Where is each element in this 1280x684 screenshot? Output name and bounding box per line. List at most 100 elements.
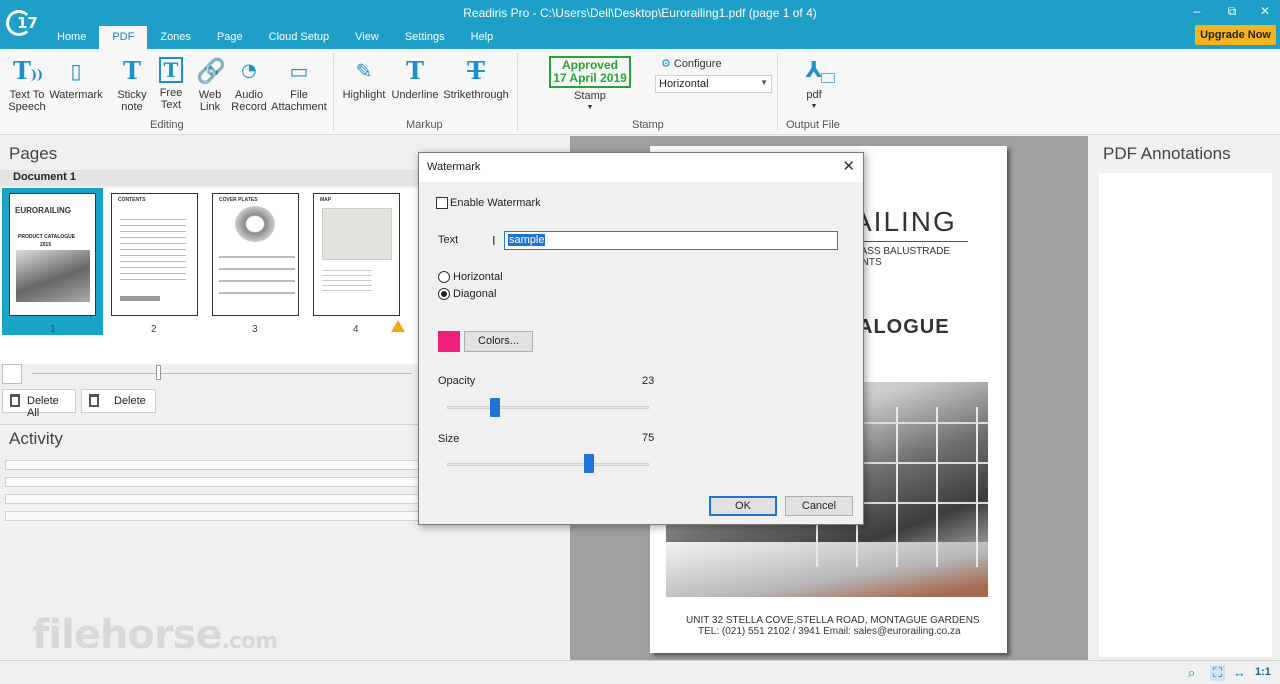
doc-brand-fragment: AILING <box>853 206 957 237</box>
ribbon-separator <box>333 53 334 131</box>
web-link-icon: 🔗 <box>196 57 226 85</box>
configure-button[interactable]: ⚙ Configure <box>661 57 722 70</box>
doc-address-2: TEL: (021) 551 2102 / 3941 Email: sales@… <box>698 626 961 637</box>
search-icon[interactable]: ⌕ <box>1188 665 1195 681</box>
tab-view[interactable]: View <box>342 26 392 49</box>
ok-button[interactable]: OK <box>709 496 777 516</box>
cancel-button[interactable]: Cancel <box>785 496 853 516</box>
delete-button[interactable]: Delete <box>81 389 156 413</box>
sticky-note-button[interactable]: T Sticky note <box>114 57 150 114</box>
ribbon-separator <box>517 53 518 131</box>
underline-icon: T <box>406 56 424 85</box>
pages-title: Pages <box>9 144 58 163</box>
size-slider-handle[interactable] <box>584 454 594 473</box>
page-thumbnail-3[interactable]: COVER PLATES <box>212 193 299 316</box>
underline-button[interactable]: T Underline <box>390 56 440 102</box>
thumb-product-rows <box>219 246 295 298</box>
diagonal-label[interactable]: Diagonal <box>453 288 496 300</box>
tab-zones[interactable]: Zones <box>147 26 204 49</box>
sticky-note-label: Sticky note <box>117 89 147 113</box>
fit-page-icon[interactable]: ⛶ <box>1210 665 1226 681</box>
text-to-speech-icon: T)) <box>13 56 44 85</box>
restore-button[interactable]: ⧉ <box>1220 4 1244 19</box>
stamp-preview[interactable]: Approved 17 April 2019 <box>549 56 631 88</box>
text-to-speech-button[interactable]: T)) Text To Speech <box>6 56 48 114</box>
web-link-label: Web Link <box>198 89 222 113</box>
underline-label: Underline <box>391 89 439 101</box>
highlight-button[interactable]: ✎ Highlight <box>340 57 388 101</box>
stamp-line-2: 17 April 2019 <box>553 71 627 85</box>
page-number-2: 2 <box>151 324 157 335</box>
free-text-button[interactable]: T Free Text <box>154 57 188 111</box>
zoom-ratio[interactable]: 1:1 <box>1255 666 1271 678</box>
watermark-text-input[interactable]: sample <box>504 231 838 250</box>
page-thumbnail-1[interactable]: EURORAILING PRODUCT CATALOGUE 2015 <box>9 193 96 316</box>
page-number-4: 4 <box>353 324 359 335</box>
diagonal-radio[interactable] <box>438 288 450 300</box>
watermark-label: Watermark <box>49 89 103 101</box>
zoom-out-button[interactable] <box>2 364 22 384</box>
stamp-button[interactable]: Stamp ▼ <box>565 90 615 114</box>
file-attachment-label: File Attachment <box>271 89 327 113</box>
thumb-footer-bar <box>120 296 160 301</box>
opacity-label: Opacity <box>438 375 476 387</box>
thumbnail-zoom-handle[interactable] <box>156 365 161 380</box>
opacity-slider-track[interactable] <box>447 406 649 409</box>
chevron-down-icon: ▼ <box>586 104 594 111</box>
horizontal-radio[interactable] <box>438 271 450 283</box>
output-format-button[interactable]: ⅄ pdf ▼ <box>790 57 838 113</box>
tab-help[interactable]: Help <box>458 26 507 49</box>
watermark-button[interactable]: ▯ Watermark <box>48 57 104 101</box>
audio-record-button[interactable]: ◔ Audio Record <box>231 57 267 113</box>
page-thumbnail-2[interactable]: CONTENTS <box>111 193 198 316</box>
horizontal-label[interactable]: Horizontal <box>453 271 503 283</box>
tab-home[interactable]: Home <box>44 26 99 49</box>
watermark-tld: .com <box>221 629 278 654</box>
size-slider-track[interactable] <box>447 463 649 466</box>
stamp-group-label: Stamp <box>632 119 664 131</box>
enable-watermark-checkbox[interactable] <box>436 197 448 209</box>
opacity-slider-handle[interactable] <box>490 398 500 417</box>
gear-icon: ⚙ <box>661 58 671 70</box>
thumb-product-photo <box>235 206 275 242</box>
file-attachment-button[interactable]: ▭ File Attachment <box>270 57 328 113</box>
enable-watermark-label[interactable]: Enable Watermark <box>450 197 541 209</box>
chevron-down-icon: ▼ <box>810 103 818 110</box>
doc-rule <box>850 241 968 242</box>
watermark-color-swatch[interactable] <box>438 331 460 352</box>
fit-width-icon[interactable]: ↔ <box>1233 665 1246 680</box>
upgrade-now-button[interactable]: Upgrade Now <box>1195 25 1276 45</box>
doc-address-1: UNIT 32 STELLA COVE,STELLA ROAD, MONTAGU… <box>686 615 980 626</box>
folder-icon[interactable] <box>821 73 835 83</box>
web-link-button[interactable]: 🔗 Web Link <box>194 57 226 113</box>
tab-settings[interactable]: Settings <box>392 26 458 49</box>
watermark-text-value: sample <box>508 234 546 246</box>
size-value: 75 <box>642 432 655 444</box>
thumb-map: MAP <box>320 197 332 203</box>
minimize-button[interactable]: – <box>1185 4 1209 18</box>
colors-button[interactable]: Colors... <box>464 331 533 352</box>
delete-all-button[interactable]: Delete All <box>2 389 76 419</box>
trash-icon <box>89 394 99 407</box>
warning-icon[interactable] <box>391 320 405 332</box>
thumb-photo <box>16 250 90 302</box>
tab-page[interactable]: Page <box>204 26 256 49</box>
thumb-brand: EURORAILING <box>15 206 71 215</box>
thumb-address-lines <box>322 266 372 294</box>
strikethrough-button[interactable]: T Strikethrough <box>442 57 510 102</box>
thumbnail-zoom-track[interactable] <box>32 373 412 374</box>
activity-title: Activity <box>9 429 63 448</box>
tab-pdf[interactable]: PDF <box>99 26 148 49</box>
stamp-orientation-select[interactable]: Horizontal ▼ <box>655 75 772 93</box>
stamp-button-label: Stamp <box>574 90 606 102</box>
close-window-button[interactable]: ✕ <box>1253 4 1277 18</box>
dialog-title: Watermark <box>427 161 481 173</box>
size-label: Size <box>438 433 460 445</box>
close-icon[interactable]: ✕ <box>842 157 855 175</box>
highlight-icon: ✎ <box>355 59 373 83</box>
configure-label: Configure <box>673 58 722 70</box>
watermark-icon: ▯ <box>70 59 82 83</box>
tab-cloud-setup[interactable]: Cloud Setup <box>256 26 343 49</box>
page-thumbnail-4[interactable]: MAP <box>313 193 400 316</box>
annotations-list[interactable] <box>1099 173 1272 657</box>
